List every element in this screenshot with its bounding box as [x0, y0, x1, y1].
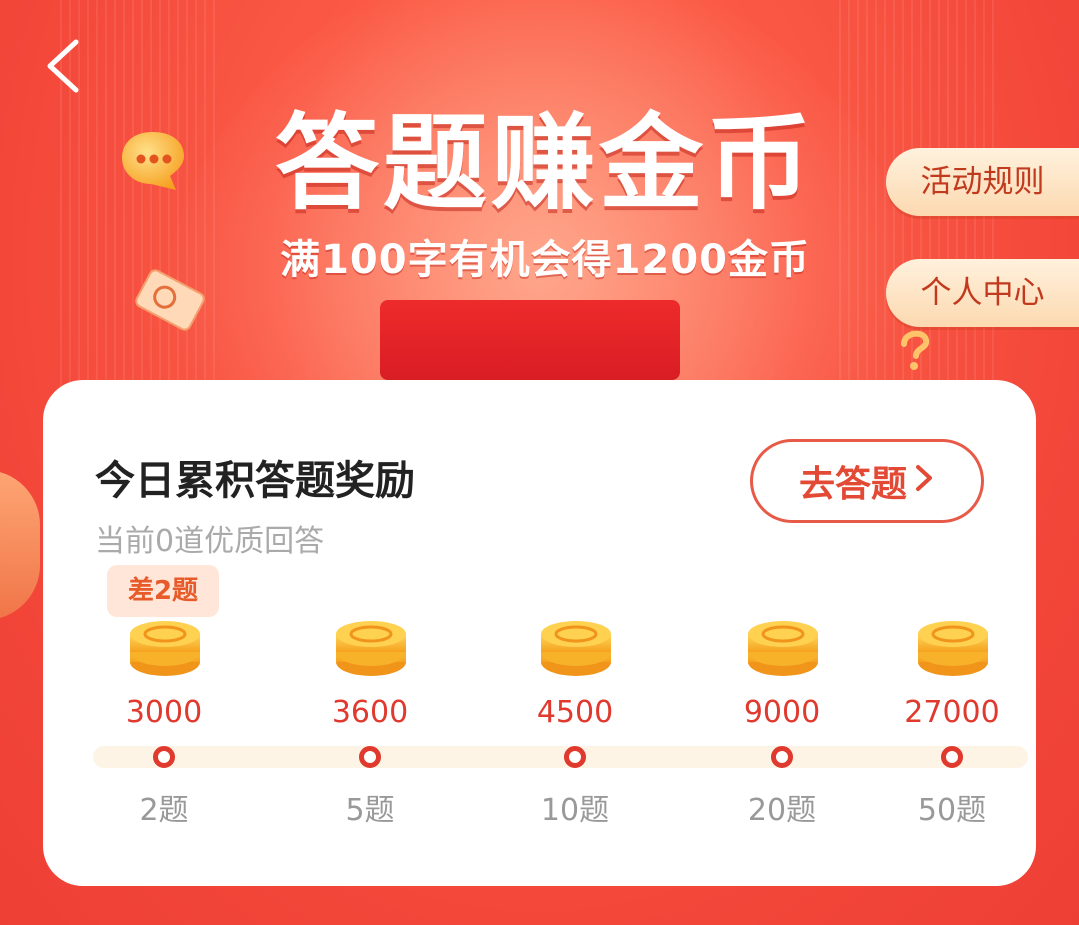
progress-track — [93, 746, 1028, 768]
personal-center-button[interactable]: 个人中心 — [886, 259, 1079, 327]
back-icon[interactable] — [38, 36, 98, 96]
banner-subtitle: 满100字有机会得1200金币 — [280, 237, 810, 283]
milestone-reward: 9000 — [743, 695, 821, 730]
coin-stack-icon — [539, 620, 613, 678]
go-answer-label: 去答题 — [798, 464, 907, 505]
chevron-right-icon — [913, 461, 935, 502]
decor-disc — [0, 470, 40, 620]
milestone-label: 10题 — [540, 793, 610, 828]
milestone-reward: 3600 — [331, 695, 409, 730]
banner-title: 答题赚金币 — [274, 102, 815, 224]
milestone-reward: 3000 — [125, 695, 203, 730]
milestone-label: 5题 — [345, 793, 395, 828]
chat-bubble-icon — [118, 128, 188, 194]
milestone-dot — [564, 746, 586, 768]
coin-stack-icon — [334, 620, 408, 678]
milestone-dot — [359, 746, 381, 768]
milestone-dot — [771, 746, 793, 768]
milestone-reward: 27000 — [904, 695, 1000, 730]
coin-stack-icon — [746, 620, 820, 678]
milestone-label: 50题 — [917, 793, 987, 828]
milestone-reward: 4500 — [536, 695, 614, 730]
milestone-dot — [153, 746, 175, 768]
milestone-label: 2题 — [139, 793, 189, 828]
coin-stack-icon — [916, 620, 990, 678]
coupon-card-icon — [132, 268, 208, 332]
coin-stack-icon — [128, 620, 202, 678]
go-answer-button[interactable]: 去答题 — [750, 439, 984, 523]
activity-rules-button[interactable]: 活动规则 — [886, 148, 1079, 216]
remaining-badge: 差2题 — [107, 565, 219, 617]
question-mark-icon — [884, 322, 944, 372]
milestone-label: 20题 — [747, 793, 817, 828]
decor-stage — [380, 300, 680, 380]
card-title: 今日累积答题奖励 — [95, 458, 415, 504]
reward-card: 今日累积答题奖励 当前0道优质回答 去答题 差2题 3000 2题 3600 5… — [43, 380, 1036, 886]
answer-count-text: 当前0道优质回答 — [95, 524, 325, 559]
milestone-dot — [941, 746, 963, 768]
